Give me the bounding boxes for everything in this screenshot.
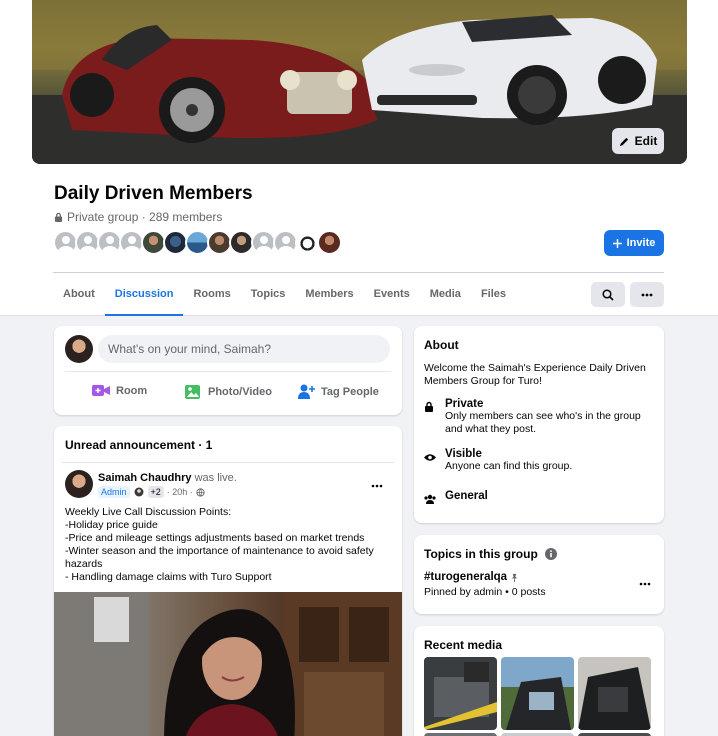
tab-rooms[interactable]: Rooms <box>183 278 240 316</box>
globe-icon <box>196 487 205 497</box>
group-subtitle[interactable]: Private group · 289 members <box>67 210 222 224</box>
topics-title: Topics in this group <box>424 547 558 561</box>
group-title[interactable]: Daily Driven Members <box>54 183 253 205</box>
group-privacy-info: Private group · 289 members <box>54 210 222 224</box>
room-label: Room <box>116 384 148 397</box>
media-thumbnail[interactable] <box>578 657 651 730</box>
more-options-button[interactable] <box>630 282 664 307</box>
recent-media-title: Recent media <box>424 638 503 652</box>
avatar-stack-icon <box>134 487 144 497</box>
post-line: -Price and mileage settings adjustments … <box>65 532 365 544</box>
post-line: -Winter season and the importance of mai… <box>65 545 374 570</box>
private-description: Only members can see who's in the group … <box>445 410 641 435</box>
tab-about[interactable]: About <box>53 278 105 316</box>
video-room-icon <box>92 385 110 396</box>
visibility-row: Visible Anyone can find this group. <box>424 448 656 473</box>
more-dots-icon <box>641 293 653 296</box>
post-body: Weekly Live Call Discussion Points: -Hol… <box>65 506 395 584</box>
invite-button[interactable]: Invite <box>604 230 664 256</box>
more-dots-icon <box>371 484 383 488</box>
tab-topics[interactable]: Topics <box>241 278 296 316</box>
privacy-private-row: Private Only members can see who's in th… <box>424 398 656 436</box>
search-icon <box>602 288 614 301</box>
post-time[interactable]: · 20h · <box>167 487 193 497</box>
visible-description: Anyone can find this group. <box>445 460 573 472</box>
topic-more-button[interactable] <box>639 574 651 589</box>
tab-files[interactable]: Files <box>471 278 516 316</box>
about-description: Welcome the Saimah's Experience Daily Dr… <box>424 362 646 387</box>
topic-tag[interactable]: #turogeneralqa <box>424 571 519 583</box>
lock-icon <box>425 401 433 412</box>
tag-people-label: Tag People <box>321 385 379 398</box>
about-card: About Welcome the Saimah's Experience Da… <box>414 326 664 523</box>
media-thumbnail[interactable] <box>424 657 497 730</box>
tab-discussion[interactable]: Discussion <box>104 278 184 316</box>
live-video-thumbnail[interactable] <box>54 592 402 736</box>
announcement-title: Unread announcement · 1 <box>65 438 213 452</box>
post-meta: Admin +2 · 20h · <box>98 486 205 498</box>
pin-icon <box>511 573 518 582</box>
photo-video-label: Photo/Video <box>208 385 272 398</box>
extra-count[interactable]: +2 <box>147 486 164 498</box>
info-icon[interactable] <box>545 548 558 560</box>
admin-badge: Admin <box>98 486 130 498</box>
more-dots-icon <box>639 582 651 586</box>
post-line: Weekly Live Call Discussion Points: <box>65 506 232 518</box>
about-title: About <box>424 338 459 352</box>
lock-icon <box>54 212 63 222</box>
tag-people-button[interactable]: Tag People <box>298 384 379 399</box>
private-title: Private <box>445 398 484 410</box>
photo-video-button[interactable]: Photo/Video <box>185 384 272 399</box>
general-label: General <box>445 490 488 502</box>
announcement-card: Unread announcement · 1 Saimah Chaudhry … <box>54 426 402 736</box>
general-row[interactable]: General <box>424 490 656 509</box>
divider <box>62 462 394 463</box>
room-button[interactable]: Room <box>92 384 147 397</box>
post-more-button[interactable] <box>371 476 383 491</box>
avatar[interactable] <box>317 230 342 255</box>
search-group-button[interactable] <box>591 282 625 307</box>
visible-title: Visible <box>445 448 482 460</box>
cover-cars-illustration <box>32 0 687 164</box>
divider <box>65 371 391 372</box>
post-composer: What's on your mind, Saimah? Room Photo/… <box>54 326 402 415</box>
media-thumbnail[interactable] <box>501 657 574 730</box>
tab-events[interactable]: Events <box>364 278 420 316</box>
post-line: - Handling damage claims with Turo Suppo… <box>65 571 272 583</box>
invite-label: Invite <box>626 237 656 249</box>
media-photo <box>424 657 497 730</box>
video-frame-illustration <box>54 592 402 736</box>
cover-photo <box>32 0 687 164</box>
header-divider <box>53 272 664 273</box>
recent-media-card: Recent media <box>414 626 664 736</box>
media-photo <box>578 657 651 730</box>
member-avatars[interactable] <box>53 230 342 255</box>
media-photo <box>501 657 574 730</box>
post-action: was live. <box>194 472 237 484</box>
group-tabs: About Discussion Rooms Topics Members Ev… <box>53 278 516 316</box>
author-name[interactable]: Saimah Chaudhry <box>98 472 192 484</box>
tag-people-icon <box>298 384 315 399</box>
avatar[interactable] <box>65 470 93 498</box>
topic-subtitle: Pinned by admin • 0 posts <box>424 586 546 598</box>
eye-icon <box>424 454 436 461</box>
group-people-icon <box>424 494 436 504</box>
avatar[interactable] <box>65 335 93 363</box>
plus-icon <box>612 238 622 248</box>
edit-label: Edit <box>634 134 658 148</box>
photo-icon <box>185 385 200 399</box>
topics-card: Topics in this group #turogeneralqa Pinn… <box>414 535 664 614</box>
post-header: Saimah Chaudhry was live. <box>98 472 237 484</box>
post-line: -Holiday price guide <box>65 519 158 531</box>
edit-cover-button[interactable]: Edit <box>612 128 664 154</box>
composer-input[interactable]: What's on your mind, Saimah? <box>98 335 390 363</box>
tab-media[interactable]: Media <box>420 278 471 316</box>
tab-members[interactable]: Members <box>295 278 363 316</box>
pencil-icon <box>619 137 628 146</box>
